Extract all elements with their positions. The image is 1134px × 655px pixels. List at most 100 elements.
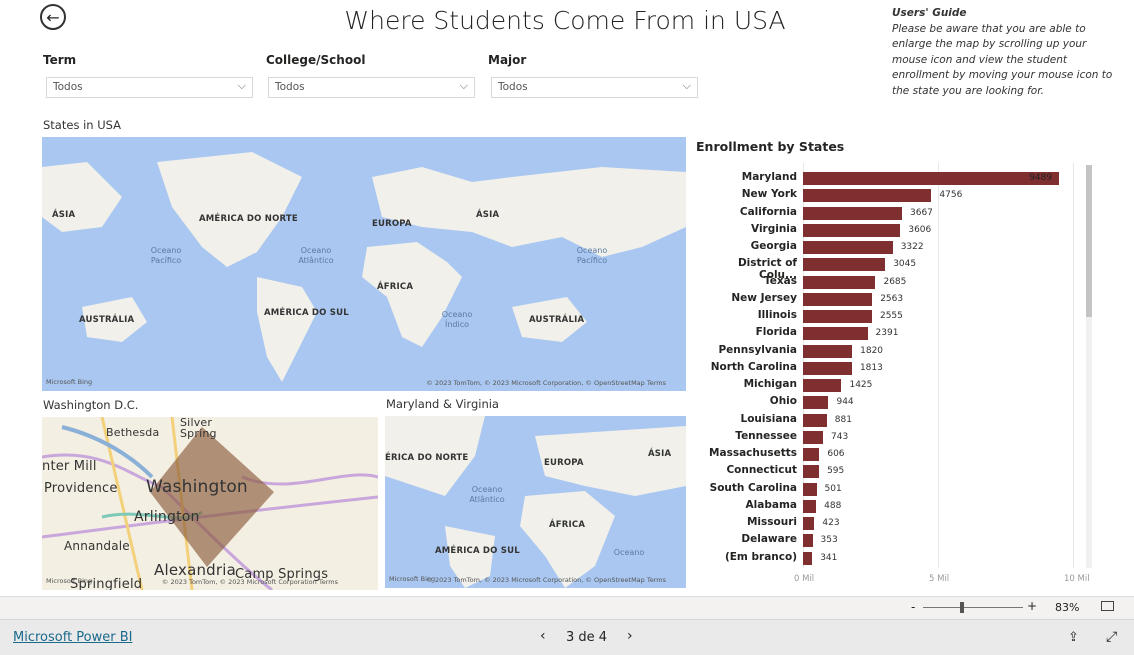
map-label: Arlington: [134, 509, 200, 525]
bar[interactable]: [803, 310, 872, 323]
data-label: 353: [820, 535, 838, 546]
filter-term-dropdown[interactable]: Todos ⌵: [46, 77, 253, 98]
bar[interactable]: [803, 275, 876, 289]
map-attribution[interactable]: © 2023 TomTom, © 2023 Microsoft Corporat…: [426, 576, 666, 584]
chevron-down-icon: ⌵: [237, 79, 246, 92]
category-label: Alabama: [745, 498, 797, 511]
bar[interactable]: [803, 379, 842, 392]
map-attribution[interactable]: © 2023 TomTom, © 2023 Microsoft Corporat…: [426, 379, 666, 387]
map-label: ÁSIA: [648, 449, 672, 459]
zoom-slider-handle[interactable]: [960, 602, 964, 613]
bar[interactable]: [803, 292, 873, 306]
dc-map[interactable]: Bethesda Silver Spring nter Mill Provide…: [42, 417, 378, 590]
data-label: 3606: [908, 224, 932, 235]
map-label: ÁFRICA: [377, 282, 414, 292]
category-label: Illinois: [757, 309, 797, 321]
usa-map[interactable]: ÁSIA AMÉRICA DO NORTE EUROPA ÁSIA ÁFRICA…: [42, 137, 686, 391]
bar[interactable]: [803, 448, 820, 461]
zoom-slider[interactable]: [923, 607, 1023, 608]
ocean-label: Oceano Índico: [441, 310, 473, 329]
data-label: 881: [834, 414, 852, 425]
gridline: [1073, 163, 1074, 568]
filter-major-value: Todos: [498, 81, 528, 93]
power-bi-link[interactable]: Microsoft Power BI: [13, 630, 132, 645]
category-label: Connecticut: [726, 464, 797, 477]
category-label: Michigan: [743, 378, 797, 390]
category-label: California: [739, 205, 797, 218]
bar[interactable]: [803, 206, 902, 220]
map-label: Bethesda: [106, 426, 160, 439]
bar[interactable]: [803, 465, 820, 479]
map-label: AMÉRICA DO SUL: [435, 546, 520, 556]
mdva-map-title: Maryland & Virginia: [386, 397, 499, 411]
bar[interactable]: [803, 396, 829, 410]
back-button[interactable]: ←: [40, 4, 66, 30]
category-label: Pennsylvania: [718, 343, 797, 356]
chevron-right-icon[interactable]: ›: [627, 628, 633, 644]
filter-major-dropdown[interactable]: Todos ⌵: [491, 77, 698, 98]
bar[interactable]: [803, 482, 817, 496]
expand-icon[interactable]: ⤢: [1106, 629, 1117, 645]
ocean-label: Oceano Pacífico: [150, 246, 182, 265]
chevron-down-icon: ⌵: [682, 79, 691, 92]
data-label: 341: [820, 552, 838, 563]
filter-college-value: Todos: [275, 81, 305, 93]
guide-title: Users' Guide: [892, 7, 967, 19]
mdva-land: [385, 416, 686, 588]
chevron-left-icon[interactable]: ‹: [540, 628, 546, 644]
bing-logo: Microsoft Bing: [46, 577, 93, 585]
chart-scrollbar-thumb[interactable]: [1086, 165, 1092, 317]
bar[interactable]: [803, 517, 815, 530]
category-label: Missouri: [746, 516, 797, 528]
bar[interactable]: [803, 361, 852, 375]
bar[interactable]: [803, 223, 901, 237]
page-title: Where Students Come From in USA: [344, 6, 786, 35]
bar[interactable]: [803, 551, 813, 565]
guide-text: Please be aware that you are able to enl…: [892, 22, 1113, 97]
map-label: ÁFRICA: [549, 520, 586, 530]
bar[interactable]: [803, 534, 813, 548]
bar[interactable]: [803, 189, 932, 203]
data-label: 2563: [880, 293, 904, 304]
bar[interactable]: [803, 430, 824, 444]
bar[interactable]: [803, 344, 853, 358]
data-label: 1820: [860, 345, 884, 356]
map-label: nter Mill: [42, 459, 97, 474]
category-label: Delaware: [741, 533, 797, 546]
users-guide: Users' Guide Please be aware that you are…: [892, 6, 1122, 99]
bing-logo: Microsoft Bing: [46, 378, 93, 386]
category-label: North Carolina: [710, 360, 797, 373]
zoom-out-button[interactable]: -: [911, 600, 915, 614]
bar[interactable]: [803, 258, 886, 272]
map-label: AUSTRÁLIA: [79, 315, 135, 325]
zoom-bar: - + 83%: [0, 596, 1134, 619]
bar[interactable]: [803, 413, 827, 427]
usa-map-title: States in USA: [43, 118, 122, 132]
map-label: AMÉRICA DO SUL: [264, 308, 349, 318]
data-label: 1813: [859, 362, 883, 373]
data-label: 3045: [893, 259, 917, 270]
mdva-map[interactable]: ÉRICA DO NORTE EUROPA ÁSIA ÁFRICA AMÉRIC…: [385, 416, 686, 588]
bar[interactable]: [803, 499, 817, 513]
map-attribution[interactable]: © 2023 TomTom, © 2023 Microsoft Corporat…: [162, 578, 338, 586]
data-label: 1425: [849, 380, 873, 390]
fit-page-icon[interactable]: [1101, 601, 1114, 611]
data-label: 743: [831, 431, 849, 442]
map-label: EUROPA: [544, 458, 584, 468]
data-label: 606: [827, 449, 845, 459]
x-tick-label: 5 Mil: [929, 574, 950, 584]
bar[interactable]: [803, 327, 868, 341]
category-label: New Jersey: [731, 291, 797, 304]
arrow-left-icon: ←: [46, 7, 60, 27]
data-label: 3667: [910, 207, 933, 218]
bar[interactable]: [803, 172, 1060, 185]
bar[interactable]: [803, 241, 893, 254]
ocean-label: Oceano Atlântico: [298, 246, 334, 265]
share-icon[interactable]: ⇪: [1068, 630, 1079, 645]
x-tick-label: 0 Mil: [794, 574, 815, 584]
data-label: 501: [824, 483, 842, 494]
zoom-in-button[interactable]: +: [1027, 599, 1037, 613]
filter-college-dropdown[interactable]: Todos ⌵: [268, 77, 475, 98]
map-label: ÉRICA DO NORTE: [385, 453, 469, 463]
data-label: 2391: [875, 328, 899, 339]
